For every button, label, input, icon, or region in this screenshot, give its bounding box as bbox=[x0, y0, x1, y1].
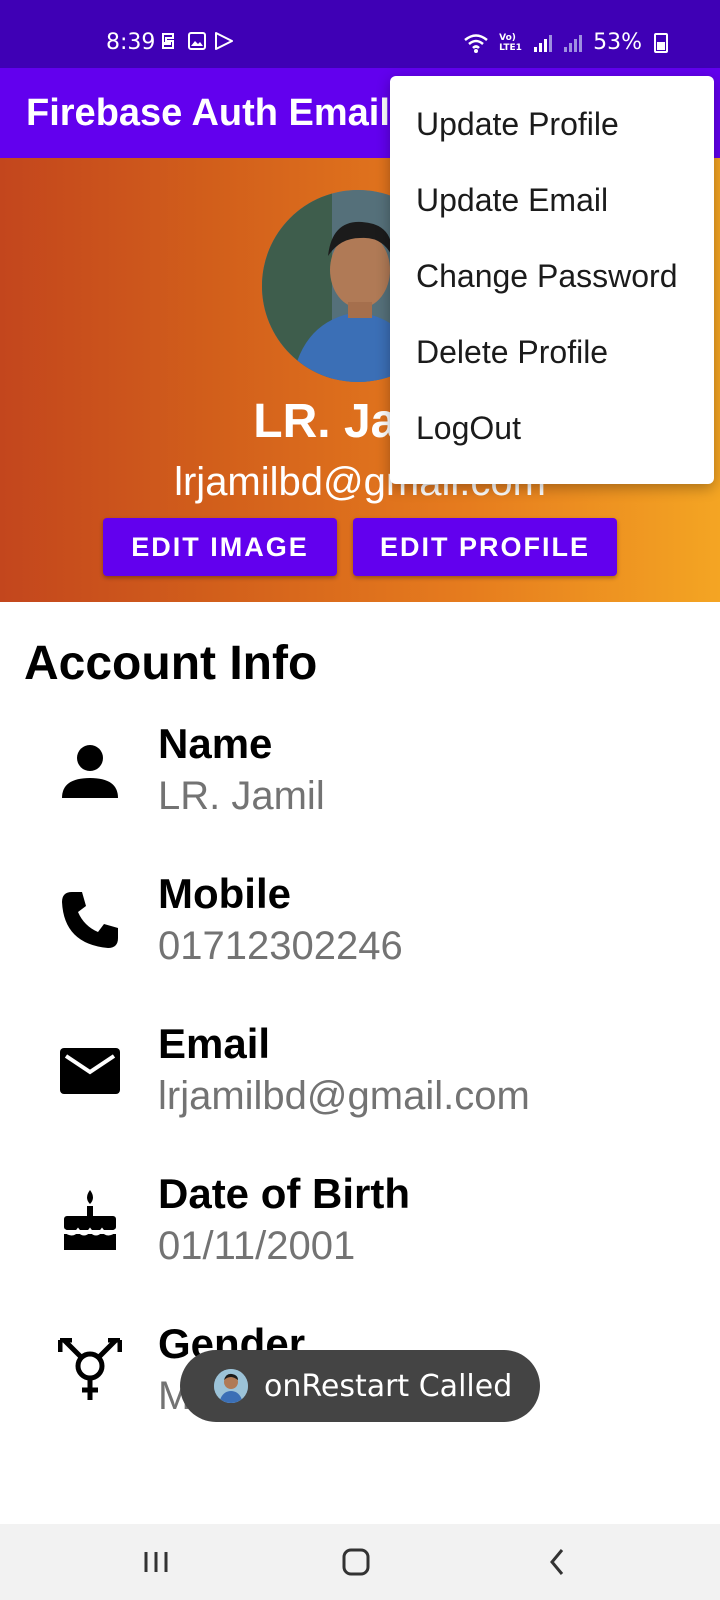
info-value: lrjamilbd@gmail.com bbox=[158, 1074, 530, 1118]
wifi-icon bbox=[464, 33, 488, 53]
recent-apps-icon[interactable] bbox=[134, 1540, 178, 1584]
gender-icon bbox=[58, 1338, 122, 1400]
info-value: 01712302246 bbox=[158, 924, 403, 968]
cake-icon bbox=[62, 1190, 118, 1250]
info-row-dob: Date of Birth 01/11/2001 bbox=[0, 1170, 720, 1300]
edit-profile-button[interactable]: EDIT PROFILE bbox=[353, 518, 617, 576]
info-label: Date of Birth bbox=[158, 1170, 410, 1217]
back-icon[interactable] bbox=[536, 1540, 580, 1584]
signal-2-icon bbox=[564, 34, 583, 52]
menu-item-delete-profile[interactable]: Delete Profile bbox=[390, 314, 714, 390]
menu-item-logout[interactable]: LogOut bbox=[390, 390, 714, 466]
account-info-title: Account Info bbox=[24, 637, 318, 690]
signal-icon bbox=[534, 34, 553, 52]
info-label: Mobile bbox=[158, 870, 291, 917]
sync-notification-icon bbox=[162, 33, 174, 49]
menu-item-update-profile[interactable]: Update Profile bbox=[390, 86, 714, 162]
status-right: Vo) LTE1 53% bbox=[463, 30, 668, 55]
toast-app-icon bbox=[214, 1369, 248, 1403]
info-value: LR. Jamil bbox=[158, 774, 325, 818]
person-icon bbox=[62, 745, 118, 798]
status-bar: 8:39 Vo) LTE1 53% bbox=[0, 0, 720, 68]
menu-item-update-email[interactable]: Update Email bbox=[390, 162, 714, 238]
info-row-mobile: Mobile 01712302246 bbox=[0, 870, 720, 1000]
app-title: Firebase Auth Email bbox=[26, 92, 390, 134]
home-icon[interactable] bbox=[334, 1540, 378, 1584]
phone-icon bbox=[62, 892, 118, 948]
network-label: Vo) LTE1 bbox=[499, 32, 522, 53]
gallery-notification-icon bbox=[188, 32, 206, 50]
mail-icon bbox=[60, 1048, 120, 1094]
toast-text: onRestart Called bbox=[264, 1368, 513, 1404]
info-label: Email bbox=[158, 1020, 271, 1067]
info-row-name: Name LR. Jamil bbox=[0, 720, 720, 850]
edit-image-button[interactable]: EDIT IMAGE bbox=[103, 518, 337, 576]
info-value: 01/11/2001 bbox=[158, 1224, 356, 1268]
status-time: 8:39 bbox=[106, 30, 156, 55]
info-label: Name bbox=[158, 720, 273, 767]
battery-icon bbox=[654, 32, 668, 53]
nav-bar bbox=[0, 1524, 720, 1600]
play-store-notification-icon bbox=[215, 32, 233, 50]
overflow-menu: Update Profile Update Email Change Passw… bbox=[390, 76, 714, 484]
toast-avatar-icon bbox=[214, 1369, 248, 1403]
menu-item-change-password[interactable]: Change Password bbox=[390, 238, 714, 314]
info-row-email: Email lrjamilbd@gmail.com bbox=[0, 1020, 720, 1150]
battery-percent: 53% bbox=[593, 30, 642, 55]
toast: onRestart Called bbox=[180, 1350, 540, 1422]
